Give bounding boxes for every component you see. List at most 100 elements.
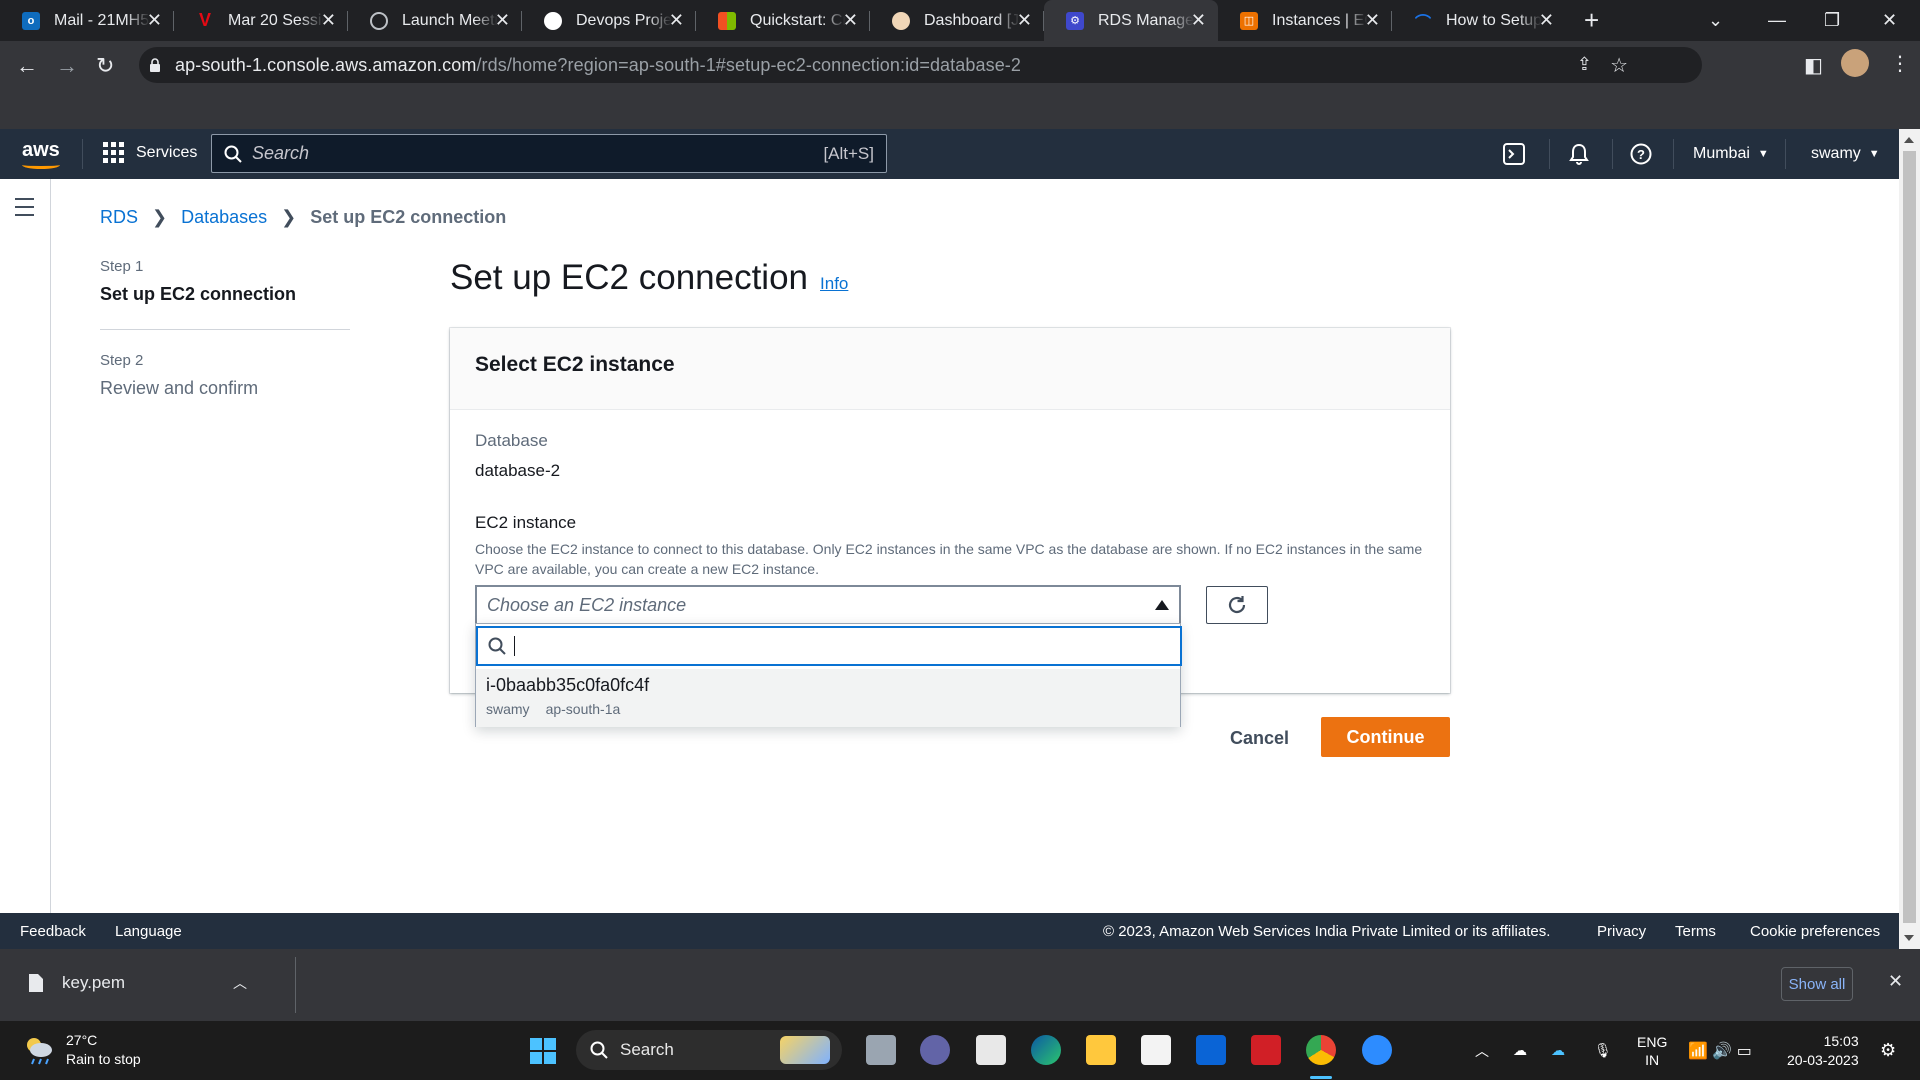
taskbar-search[interactable]: Search — [576, 1030, 842, 1070]
microsoft-icon — [718, 11, 736, 30]
refresh-button[interactable] — [1206, 586, 1268, 624]
aws-logo[interactable]: aws — [22, 139, 60, 169]
step-number: Step 1 — [100, 258, 144, 275]
dropdown-search-input[interactable] — [523, 635, 1180, 657]
tab-label: Mail - 21MH5A0503 — [54, 11, 150, 29]
close-icon[interactable]: ✕ — [1365, 10, 1380, 31]
tray-overflow-icon[interactable]: ︿ — [1475, 1021, 1489, 1080]
cookie-preferences-link[interactable]: Cookie preferences — [1750, 923, 1880, 940]
services-menu-button[interactable]: Services — [103, 142, 197, 163]
cancel-button[interactable]: Cancel — [1212, 718, 1307, 758]
weather-desc: Rain to stop — [66, 1051, 141, 1067]
feedback-link[interactable]: Feedback — [20, 923, 86, 940]
minimize-icon[interactable]: — — [1768, 0, 1786, 41]
close-icon[interactable]: ✕ — [669, 10, 684, 31]
step-title: Set up EC2 connection — [100, 284, 297, 304]
share-icon[interactable]: ⇪ — [1577, 54, 1592, 75]
file-explorer-icon[interactable] — [1086, 1035, 1116, 1065]
profile-avatar[interactable] — [1841, 49, 1869, 77]
search-highlight-icon — [780, 1036, 830, 1064]
notifications-bell-icon[interactable] — [1568, 129, 1590, 179]
close-icon[interactable]: ✕ — [1191, 10, 1206, 31]
terms-link[interactable]: Terms — [1675, 923, 1716, 940]
close-icon[interactable]: ✕ — [147, 10, 162, 31]
ec2-instance-option[interactable]: i-0baabb35c0fa0fc4f swamy ap-south-1a — [476, 669, 1180, 727]
page-scrollbar[interactable] — [1899, 129, 1920, 949]
wizard-steps: Step 1 Set up EC2 connection Step 2 Revi… — [100, 258, 350, 399]
close-icon[interactable]: ✕ — [1539, 10, 1554, 31]
chevron-up-icon[interactable]: ︿ — [233, 973, 247, 993]
new-tab-icon[interactable]: + — [1584, 5, 1599, 36]
console-search-input[interactable] — [252, 143, 824, 164]
cloudshell-icon[interactable] — [1503, 129, 1525, 179]
close-icon[interactable]: ✕ — [1017, 10, 1032, 31]
browser-tab[interactable]: Dashboard [Jenkins] ✕ — [870, 0, 1044, 41]
windows-start-icon[interactable] — [530, 1038, 556, 1064]
dropdown-search[interactable] — [476, 626, 1182, 666]
breadcrumb-rds-link[interactable]: RDS — [100, 207, 138, 228]
side-panel-icon[interactable]: ◧ — [1804, 53, 1823, 78]
tab-search-icon[interactable]: ⌄ — [1708, 0, 1723, 41]
browser-tab[interactable]: ⌒ How to Setup ✕ — [1392, 0, 1566, 41]
close-icon[interactable]: ✕ — [843, 10, 858, 31]
input-language[interactable]: ENG IN — [1637, 1021, 1667, 1080]
teams-chat-icon[interactable] — [920, 1035, 950, 1065]
zoom-icon[interactable] — [1362, 1035, 1392, 1065]
notepad-icon[interactable] — [976, 1035, 1006, 1065]
browser-tab[interactable]: Launch Meeting ✕ — [348, 0, 522, 41]
reload-icon[interactable]: ↻ — [96, 53, 114, 79]
step-number: Step 2 — [100, 352, 144, 369]
restore-icon[interactable]: ❐ — [1824, 0, 1840, 41]
forward-icon[interactable]: → — [56, 53, 78, 79]
microsoft-store-icon[interactable] — [1141, 1035, 1171, 1065]
show-all-button[interactable]: Show all — [1781, 967, 1853, 1001]
browser-chrome-spacer — [0, 89, 1920, 129]
task-view-icon[interactable] — [866, 1035, 896, 1065]
region-label: Mumbai — [1693, 145, 1750, 162]
breadcrumb: RDS ❯ Databases ❯ Set up EC2 connection — [100, 207, 506, 228]
region-selector[interactable]: Mumbai ▼ — [1693, 129, 1769, 179]
chevron-right-icon: ❯ — [152, 207, 168, 227]
wifi-volume-battery-icons[interactable]: 📶 🔊 ▭ — [1688, 1021, 1752, 1080]
hamburger-menu-icon[interactable] — [15, 198, 34, 222]
language-link[interactable]: Language — [115, 923, 182, 940]
wps-office-icon[interactable] — [1251, 1035, 1281, 1065]
microphone-icon[interactable]: 🎙 — [1594, 1021, 1612, 1080]
onedrive-icon[interactable]: ☁ — [1551, 1021, 1565, 1080]
wizard-step-1: Step 1 Set up EC2 connection — [100, 258, 350, 305]
caret-up-icon — [1155, 600, 1169, 610]
browser-tab[interactable]: Quickstart: Create ✕ — [696, 0, 870, 41]
browser-tab-active[interactable]: ⚙ RDS Management ✕ — [1044, 0, 1218, 41]
clock[interactable]: 15:03 20-03-2023 — [1787, 1021, 1859, 1080]
onedrive-personal-icon[interactable]: ☁ — [1513, 1021, 1527, 1080]
address-bar[interactable]: ap-south-1.console.aws.amazon.com/rds/ho… — [139, 47, 1702, 83]
account-menu[interactable]: swamy ▼ — [1811, 129, 1880, 179]
ec2-instance-select[interactable]: Choose an EC2 instance — [475, 585, 1181, 625]
window-close-icon[interactable]: ✕ — [1882, 0, 1897, 41]
mail-icon[interactable] — [1196, 1035, 1226, 1065]
browser-tab[interactable]: Devops Project ✕ — [522, 0, 696, 41]
notifications-icon[interactable]: ⚙ — [1880, 1021, 1896, 1080]
browser-tab[interactable]: o Mail - 21MH5A0503 ✕ — [0, 0, 174, 41]
continue-button[interactable]: Continue — [1321, 717, 1450, 757]
help-icon[interactable]: ? — [1630, 129, 1652, 179]
close-icon[interactable]: ✕ — [321, 10, 336, 31]
console-search[interactable]: [Alt+S] — [211, 134, 887, 173]
tab-label: Instances | EC2 — [1272, 11, 1368, 29]
info-link[interactable]: Info — [820, 274, 848, 294]
menu-kebab-icon[interactable]: ⋮ — [1890, 51, 1910, 76]
browser-tab[interactable]: ◫ Instances | EC2 ✕ — [1218, 0, 1392, 41]
download-item[interactable]: key.pem ︿ — [28, 973, 247, 993]
privacy-link[interactable]: Privacy — [1597, 923, 1646, 940]
aws-console-footer: Feedback Language © 2023, Amazon Web Ser… — [0, 913, 1899, 949]
edge-browser-icon[interactable] — [1031, 1035, 1061, 1065]
back-icon[interactable]: ← — [16, 53, 38, 79]
browser-tab[interactable]: V Mar 20 Session ✕ — [174, 0, 348, 41]
breadcrumb-databases-link[interactable]: Databases — [181, 207, 267, 228]
close-icon[interactable]: ✕ — [495, 10, 510, 31]
bookmark-star-icon[interactable]: ☆ — [1610, 53, 1628, 78]
close-shelf-icon[interactable]: ✕ — [1888, 971, 1903, 992]
chrome-icon[interactable] — [1306, 1035, 1336, 1065]
weather-widget[interactable]: 27°C Rain to stop — [22, 1031, 141, 1069]
tab-label: Quickstart: Create — [750, 11, 846, 29]
